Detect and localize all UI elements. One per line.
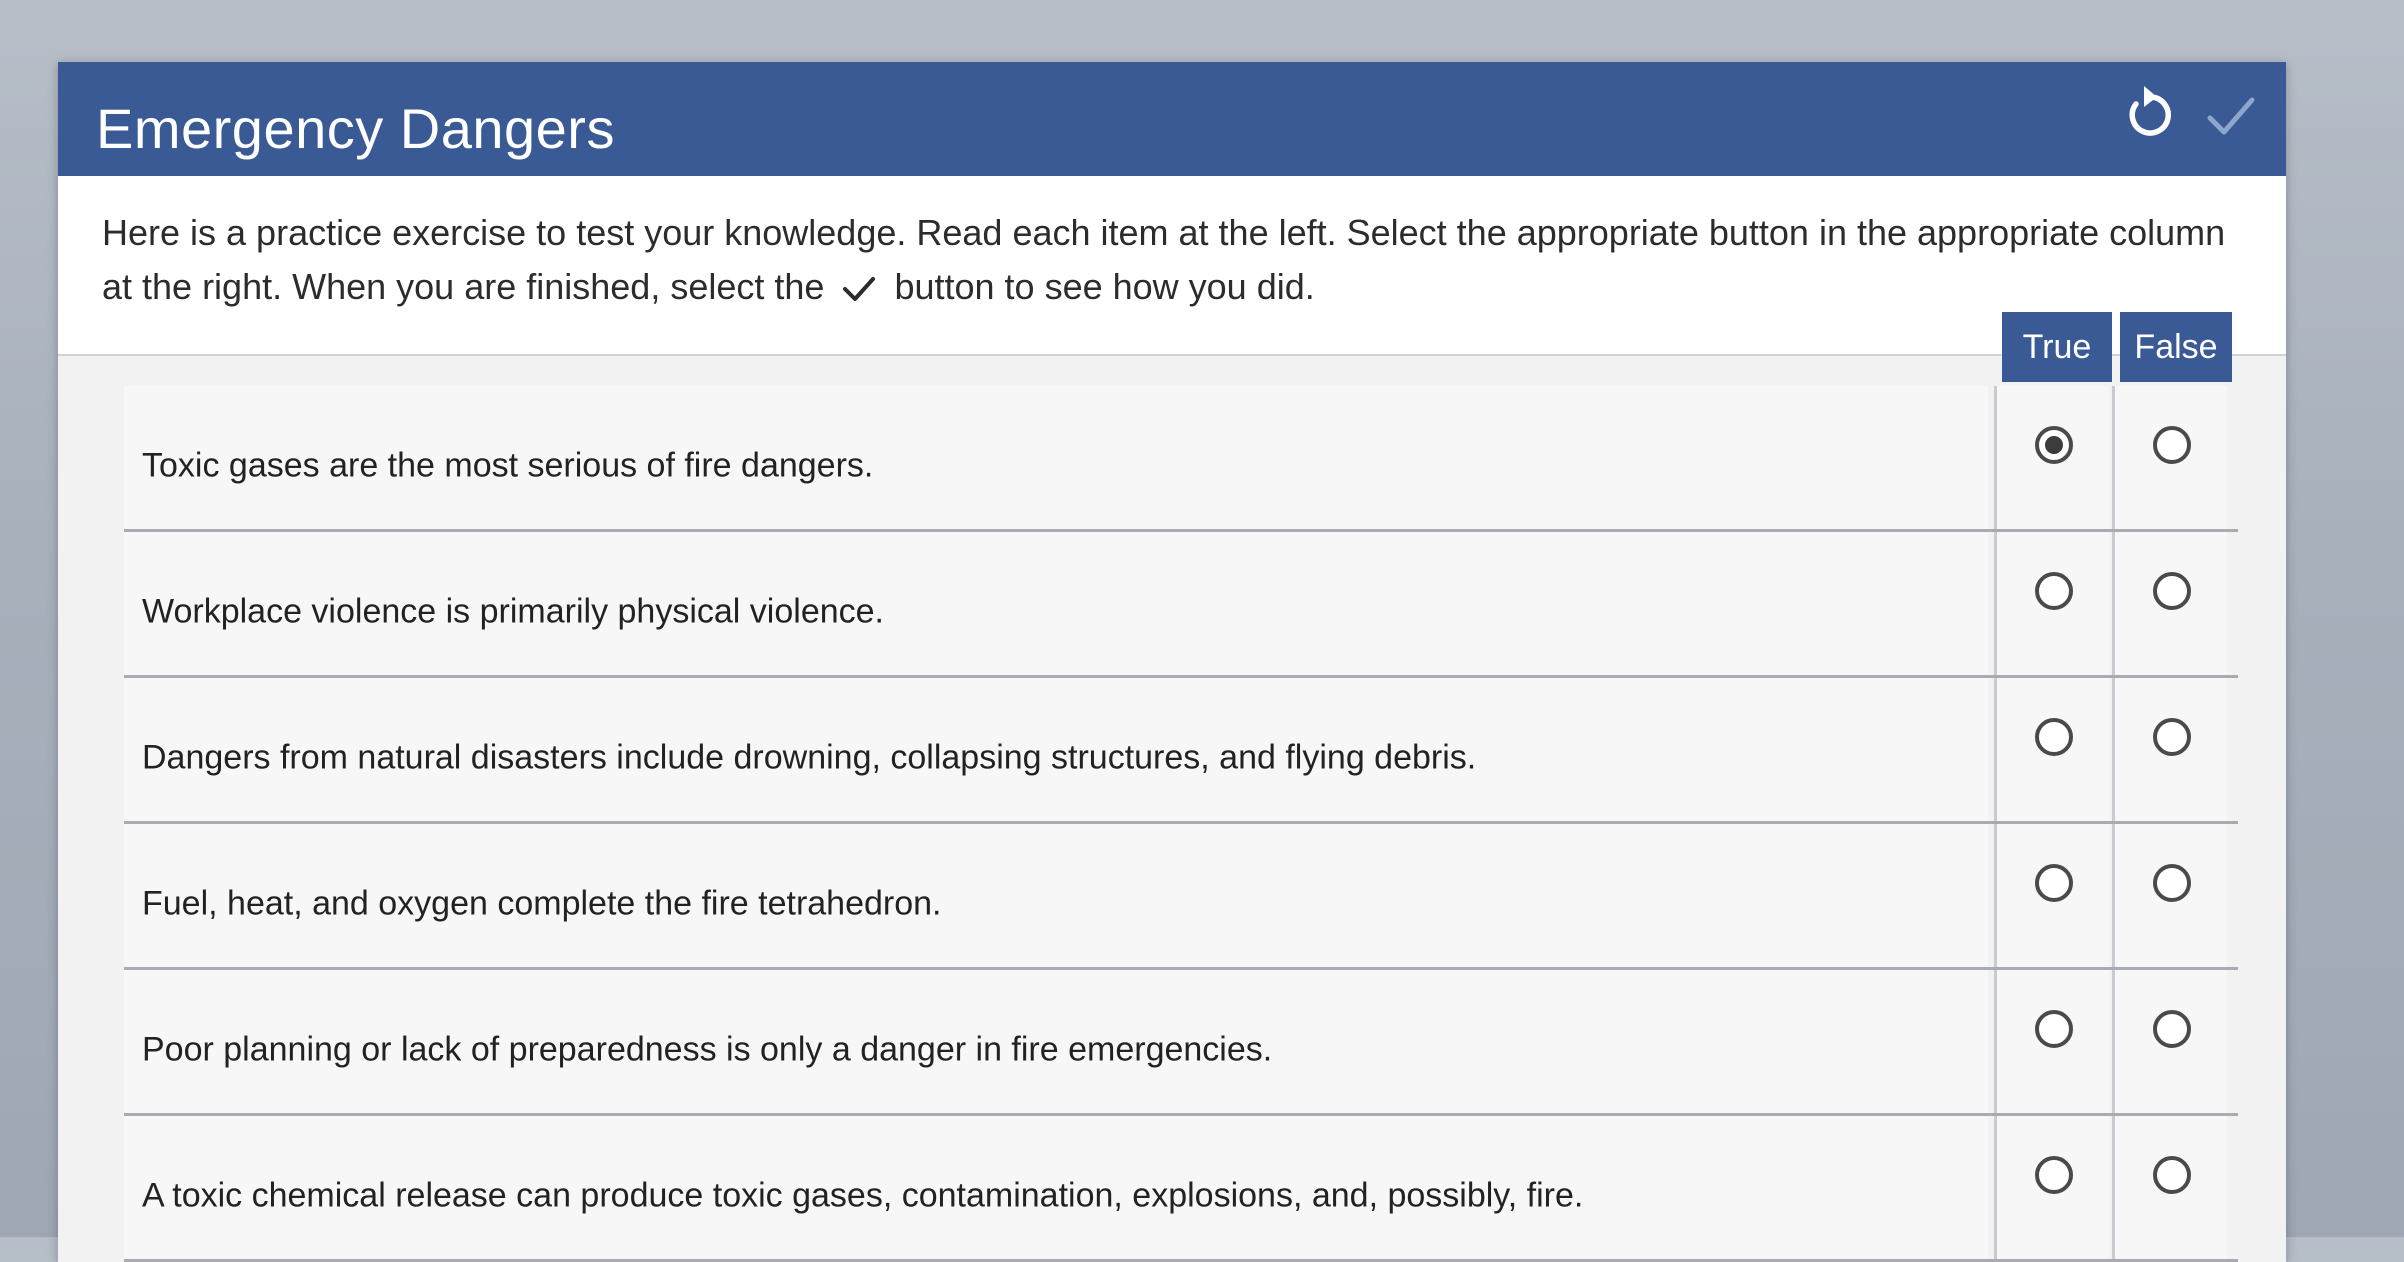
false-radio[interactable] — [2153, 426, 2191, 464]
statement-cell: Fuel, heat, and oxygen complete the fire… — [124, 824, 1988, 967]
column-header-true: True — [2002, 312, 2112, 382]
exercise-title: Emergency Dangers — [96, 97, 615, 160]
true-cell — [1994, 970, 2109, 1113]
statement-text: Toxic gases are the most serious of fire… — [142, 445, 874, 484]
statement-text: Fuel, heat, and oxygen complete the fire… — [142, 883, 942, 922]
reset-button[interactable] — [2114, 80, 2184, 150]
instructions-text: Here is a practice exercise to test your… — [102, 206, 2242, 314]
check-icon — [2207, 97, 2255, 135]
statement-cell: A toxic chemical release can produce tox… — [124, 1116, 1988, 1259]
question-row: Fuel, heat, and oxygen complete the fire… — [124, 824, 2238, 970]
check-button[interactable] — [2196, 80, 2266, 150]
true-radio[interactable] — [2035, 426, 2073, 464]
statement-cell: Toxic gases are the most serious of fire… — [124, 386, 1988, 529]
true-cell — [1994, 532, 2109, 675]
question-row: Poor planning or lack of preparedness is… — [124, 970, 2238, 1116]
question-table: Toxic gases are the most serious of fire… — [124, 386, 2238, 1262]
true-radio[interactable] — [2035, 864, 2073, 902]
false-radio[interactable] — [2153, 1010, 2191, 1048]
true-radio[interactable] — [2035, 1010, 2073, 1048]
exercise-panel: Emergency Dangers Here is a practice exe… — [58, 62, 2286, 1262]
false-radio[interactable] — [2153, 1156, 2191, 1194]
false-cell — [2112, 532, 2227, 675]
instructions-panel: Here is a practice exercise to test your… — [58, 176, 2286, 356]
true-radio[interactable] — [2035, 718, 2073, 756]
false-cell — [2112, 824, 2227, 967]
statement-text: Workplace violence is primarily physical… — [142, 591, 884, 630]
exercise-header: Emergency Dangers — [58, 62, 2286, 179]
true-radio[interactable] — [2035, 572, 2073, 610]
statement-cell: Poor planning or lack of preparedness is… — [124, 970, 1988, 1113]
true-cell — [1994, 1116, 2109, 1259]
true-cell — [1994, 824, 2109, 967]
statement-cell: Workplace violence is primarily physical… — [124, 532, 1988, 675]
inline-check-icon — [843, 277, 876, 302]
false-radio[interactable] — [2153, 718, 2191, 756]
true-cell — [1994, 678, 2109, 821]
false-radio[interactable] — [2153, 572, 2191, 610]
instructions-text-after: button to see how you did. — [894, 266, 1315, 307]
question-row: Dangers from natural disasters include d… — [124, 678, 2238, 824]
false-cell — [2112, 678, 2227, 821]
column-header-false: False — [2120, 312, 2232, 382]
question-row: Toxic gases are the most serious of fire… — [124, 386, 2238, 532]
question-row: Workplace violence is primarily physical… — [124, 532, 2238, 678]
true-radio[interactable] — [2035, 1156, 2073, 1194]
statement-text: Poor planning or lack of preparedness is… — [142, 1029, 1273, 1068]
false-cell — [2112, 386, 2227, 529]
statement-cell: Dangers from natural disasters include d… — [124, 678, 1988, 821]
true-cell — [1994, 386, 2109, 529]
false-radio[interactable] — [2153, 864, 2191, 902]
false-cell — [2112, 1116, 2227, 1259]
statement-text: Dangers from natural disasters include d… — [142, 737, 1477, 776]
reset-icon — [2129, 86, 2171, 136]
question-row: A toxic chemical release can produce tox… — [124, 1116, 2238, 1262]
false-cell — [2112, 970, 2227, 1113]
statement-text: A toxic chemical release can produce tox… — [142, 1175, 1584, 1214]
